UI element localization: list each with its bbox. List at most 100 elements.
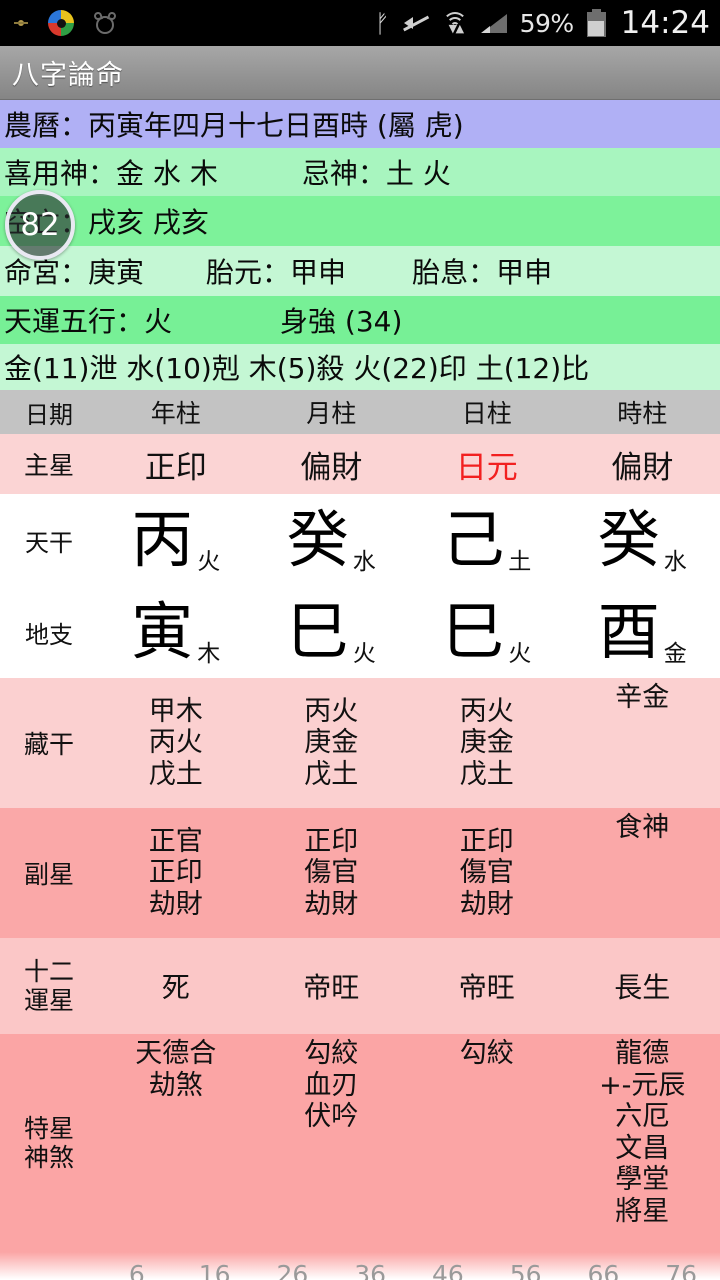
branch-char-day: 巳 bbox=[442, 595, 505, 668]
stacked-text-line: 甲木 bbox=[148, 695, 203, 727]
age-tick[interactable]: 6 bbox=[98, 1260, 176, 1280]
signal-icon bbox=[480, 13, 507, 33]
stem-char-year: 丙 bbox=[131, 503, 194, 576]
lunar-date-value: 丙寅年四月十七日酉時 (屬 虎) bbox=[88, 109, 464, 142]
body-strength-value: 身強 (34) bbox=[280, 305, 403, 338]
stacked-text-line: 龍德 bbox=[615, 1038, 670, 1069]
status-bar-left-icons bbox=[14, 10, 117, 36]
stacked-text-line: 正印 bbox=[304, 825, 359, 857]
stem-element-year: 火 bbox=[197, 549, 221, 575]
branch-element-year: 木 bbox=[197, 641, 221, 667]
stacked-text-line: 文昌 bbox=[615, 1132, 670, 1164]
stacked-text-line: 劫煞 bbox=[148, 1069, 203, 1101]
mute-icon bbox=[402, 12, 429, 34]
stacked-text-line: +-元辰 bbox=[599, 1069, 686, 1101]
favorable-gods-value: 金 水 木 bbox=[116, 157, 218, 190]
stem-char-day: 己 bbox=[442, 503, 505, 576]
age-tick[interactable]: 76 bbox=[642, 1260, 720, 1280]
header-year: 年柱 bbox=[150, 399, 201, 428]
twelve-stages-hour: 長生 bbox=[614, 971, 671, 1004]
wifi-icon: ▼ ▲ bbox=[442, 12, 468, 34]
main-star-row: 主星 正印 偏財 日元 偏財 bbox=[0, 434, 720, 494]
heavenly-stem-row: 天干 丙 火 癸 水 己 土 癸 水 bbox=[0, 494, 720, 586]
taboo-gods-label: 忌神： bbox=[301, 157, 386, 190]
stacked-text-line: 食神 bbox=[615, 812, 670, 843]
stacked-text-line: 丙火 bbox=[148, 727, 203, 759]
stacked-text-line: 戊土 bbox=[148, 758, 203, 790]
twelve-stages-year: 死 bbox=[161, 971, 190, 1004]
taboo-gods-value: 土 火 bbox=[385, 157, 451, 190]
palace-row: 命宮： 庚寅 胎元： 甲申 胎息： 甲申 bbox=[0, 246, 720, 296]
special-stars-row: 特星 神煞 天德合 劫煞 勾絞 血刃 伏吟 勾絞 龍德 +-元辰 六厄 文昌 學堂 將星 bbox=[0, 1034, 720, 1252]
lunar-date-label: 農曆： bbox=[4, 109, 89, 142]
stacked-text-line: 傷官 bbox=[459, 857, 514, 889]
age-tick[interactable]: 16 bbox=[176, 1260, 254, 1280]
sub-stars-hour: 食神 bbox=[615, 808, 669, 938]
special-stars-label: 特星 神煞 bbox=[0, 1034, 98, 1252]
special-stars-hour: 龍德 +-元辰 六厄 文昌 學堂 將星 bbox=[599, 1034, 685, 1252]
hidden-stems-year: 甲木 丙火 戊土 bbox=[149, 678, 203, 808]
special-stars-label-line1: 特星 bbox=[23, 1113, 74, 1143]
heavenly-stem-month: 癸 水 bbox=[254, 494, 410, 586]
header-month: 月柱 bbox=[306, 399, 357, 428]
main-star-hour: 偏財 bbox=[611, 449, 674, 486]
special-stars-day: 勾絞 bbox=[460, 1034, 514, 1252]
twelve-stages-month: 帝旺 bbox=[303, 971, 360, 1004]
heavenly-stem-day: 己 土 bbox=[409, 494, 565, 586]
earthly-branch-label: 地支 bbox=[25, 620, 73, 649]
stem-char-month: 癸 bbox=[286, 503, 349, 576]
twelve-stages-label-line1: 十二 bbox=[23, 956, 74, 986]
heavenly-stem-hour: 癸 水 bbox=[565, 494, 720, 586]
void-value: 戌亥 戌亥 bbox=[88, 206, 209, 239]
age-tick[interactable]: 26 bbox=[254, 1260, 332, 1280]
battery-icon bbox=[586, 9, 606, 37]
void-row: 空亡： 戌亥 戌亥 bbox=[0, 196, 720, 246]
stacked-text-line: 正官 bbox=[148, 825, 203, 857]
stem-element-day: 土 bbox=[508, 549, 532, 575]
age-tick[interactable]: 36 bbox=[331, 1260, 409, 1280]
age-tick[interactable]: 66 bbox=[565, 1260, 643, 1280]
table-header-row: 日期 年柱 月柱 日柱 時柱 bbox=[0, 390, 720, 434]
stacked-text-line: 六厄 bbox=[615, 1101, 670, 1133]
stacked-text-line: 學堂 bbox=[615, 1164, 670, 1196]
stacked-text-line: 正印 bbox=[459, 825, 514, 857]
stacked-text-line: 劫財 bbox=[304, 888, 359, 920]
heaven-luck-value: 火 bbox=[144, 305, 173, 338]
brightness-icon bbox=[14, 16, 28, 30]
alarm-clock-icon bbox=[93, 11, 117, 34]
floating-score-badge[interactable]: 82 bbox=[5, 190, 75, 260]
stacked-text-line: 伏吟 bbox=[304, 1101, 359, 1133]
stem-char-hour: 癸 bbox=[597, 503, 660, 576]
special-stars-year: 天德合 劫煞 bbox=[135, 1034, 216, 1252]
five-elements-row: 金(11)泄 水(10)剋 木(5)殺 火(22)印 土(12)比 bbox=[0, 344, 720, 390]
stacked-text-line: 血刃 bbox=[304, 1069, 359, 1101]
hidden-stems-row: 藏干 甲木 丙火 戊土 丙火 庚金 戊土 丙火 庚金 戊土 辛金 bbox=[0, 678, 720, 808]
sub-stars-label: 副星 bbox=[23, 860, 74, 889]
stem-element-month: 水 bbox=[352, 549, 376, 575]
fetal-breath-label: 胎息： bbox=[412, 256, 497, 289]
age-scale-strip[interactable]: 6 16 26 36 46 56 66 76 bbox=[0, 1252, 720, 1280]
app-title: 八字論命 bbox=[12, 60, 124, 91]
hidden-stems-month: 丙火 庚金 戊土 bbox=[304, 678, 358, 808]
stem-element-hour: 水 bbox=[663, 549, 687, 575]
favorable-gods-label: 喜用神： bbox=[4, 157, 117, 190]
main-star-label: 主星 bbox=[23, 451, 74, 480]
header-day: 日柱 bbox=[461, 399, 512, 428]
favorable-gods-row: 喜用神： 金 水 木 忌神： 土 火 bbox=[0, 148, 720, 196]
twelve-stages-day: 帝旺 bbox=[458, 971, 515, 1004]
stacked-text-line: 正印 bbox=[148, 857, 203, 889]
stacked-text-line: 戊土 bbox=[459, 758, 514, 790]
stacked-text-line: 丙火 bbox=[459, 695, 514, 727]
age-tick[interactable]: 56 bbox=[487, 1260, 565, 1280]
app-root: ᚠ ▼ ▲ 59% 14:24 八字論命 農曆： 丙寅年四月十七日酉時 (屬 虎) bbox=[0, 0, 720, 1280]
age-tick[interactable]: 46 bbox=[409, 1260, 487, 1280]
stacked-text-line: 天德合 bbox=[135, 1038, 217, 1069]
fetal-breath-value: 甲申 bbox=[496, 256, 553, 289]
main-star-year: 正印 bbox=[144, 449, 207, 486]
main-star-month: 偏財 bbox=[300, 449, 363, 486]
four-pillars-table: 日期 年柱 月柱 日柱 時柱 主星 正印 偏財 日元 偏財 天干 丙 火 癸 水… bbox=[0, 390, 720, 1252]
special-stars-month: 勾絞 血刃 伏吟 bbox=[304, 1034, 358, 1252]
branch-char-year: 寅 bbox=[131, 595, 194, 668]
earthly-branch-hour: 酉 金 bbox=[565, 586, 720, 678]
header-date: 日期 bbox=[25, 400, 73, 429]
